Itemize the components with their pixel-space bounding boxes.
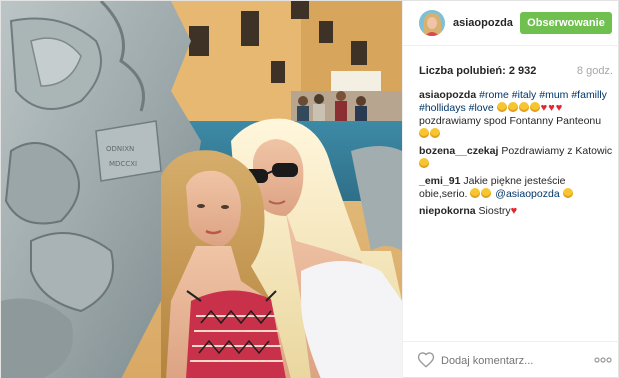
post-dialog: ODNIXN MDCCXI asiaopozda Obserwowanie Li… [0,0,619,378]
post-header: asiaopozda Obserwowanie [403,1,619,46]
post-side-panel: asiaopozda Obserwowanie Liczba polubień:… [402,1,619,378]
heart-outline-icon[interactable] [417,351,435,369]
svg-text:MDCCXI: MDCCXI [109,160,137,168]
comment-text: Siostry [478,205,511,217]
hashtag[interactable]: #familly [571,89,607,101]
comment-username[interactable]: niepokorna [419,205,476,217]
comments-list: asiaopozda #rome #italy #mum #familly #h… [419,89,615,222]
smile-emoji-icon [529,102,540,112]
hashtag[interactable]: #rome [479,89,509,101]
comment-item: asiaopozda #rome #italy #mum #familly #h… [419,89,615,141]
pensive-emoji-icon [419,158,429,168]
hashtag[interactable]: #hollidays [419,102,466,114]
smile-emoji-icon [507,102,518,112]
ellipsis-icon[interactable] [593,355,613,365]
hashtag[interactable]: #love [469,102,494,114]
comment-text: pozdrawiamy spod Fontanny Panteonu [419,115,602,127]
post-username[interactable]: asiaopozda [453,17,513,29]
avatar-image [419,10,445,36]
photo-image: ODNIXN MDCCXI [1,1,402,378]
heart-eyes-emoji-icon [481,188,492,198]
heart-eyes-emoji-icon [562,188,573,198]
heart-emoji-icon: ♥ [510,205,518,217]
comment-item: niepokorna Siostry♥ [419,205,615,218]
heart-eyes-emoji-icon [470,188,481,198]
comment-item: _emi_91 Jakie piękne jesteście obie,seri… [419,175,615,201]
mention-link[interactable]: @asiaopozda [495,188,559,200]
comment-username[interactable]: _emi_91 [419,175,460,187]
post-photo[interactable]: ODNIXN MDCCXI [1,1,402,378]
smile-emoji-icon [518,102,529,112]
smile-emoji-icon [430,128,440,138]
heart-emoji-icon: ♥ [555,102,563,114]
hashtag[interactable]: #mum [539,89,568,101]
heart-emoji-icon: ♥ [540,102,548,114]
wink-emoji-icon [419,128,429,138]
smile-emoji-icon [496,102,507,112]
comment-username[interactable]: asiaopozda [419,89,476,101]
comment-item: bozena__czekaj Pozdrawiamy z Katowic [419,145,615,171]
follow-button[interactable]: Obserwowanie [520,12,612,34]
heart-emoji-icon: ♥ [548,102,555,114]
hashtag[interactable]: #italy [512,89,537,101]
avatar[interactable] [419,10,445,36]
post-timestamp[interactable]: 8 godz. [577,65,613,77]
comment-input[interactable] [441,353,581,369]
post-stats: Liczba polubień: 2 932 8 godz. [419,65,613,79]
svg-text:ODNIXN: ODNIXN [106,145,134,153]
post-footer [403,341,619,378]
likes-count[interactable]: Liczba polubień: 2 932 [419,65,536,77]
comment-text: Pozdrawiamy z Katowic [501,145,613,157]
comment-username[interactable]: bozena__czekaj [419,145,498,157]
